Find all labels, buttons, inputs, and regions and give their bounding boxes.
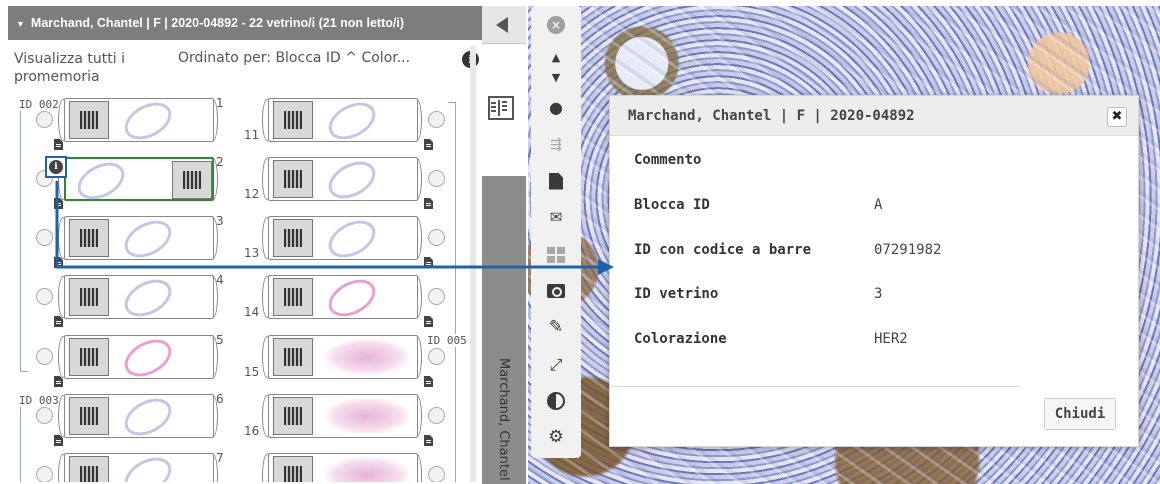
field-label: ID vetrino: [634, 286, 719, 302]
field-value: A: [874, 197, 883, 213]
arrow-down-icon[interactable]: ▼: [541, 62, 571, 92]
field-value: HER2: [874, 331, 908, 347]
slide-tissue: [325, 457, 409, 482]
notes-icon[interactable]: [424, 139, 433, 150]
layout-panel: [482, 44, 526, 176]
sort-bar: Visualizza tutti i promemoria Ordinato p…: [14, 50, 482, 90]
dialog-close-icon[interactable]: ✖: [1107, 107, 1127, 127]
slide-item[interactable]: 14: [8, 272, 482, 329]
slide-item[interactable]: 15: [8, 335, 482, 389]
notes-icon[interactable]: [424, 435, 433, 446]
slide-item[interactable]: 17: [8, 453, 482, 482]
slide-tissue: [325, 339, 409, 375]
slide-tissue: [325, 398, 409, 434]
vertical-case-name[interactable]: Marchand, Chantel |: [488, 358, 518, 482]
slide-item[interactable]: 16: [8, 394, 482, 448]
slide-thumbnail[interactable]: [268, 213, 418, 265]
slide-thumbnail[interactable]: [268, 335, 418, 379]
field-value: 07291982: [874, 242, 942, 258]
slide-number: 14: [244, 305, 260, 319]
pin-icon[interactable]: ●: [541, 92, 571, 122]
download-doc-icon[interactable]: [541, 166, 571, 196]
sort-selector[interactable]: Ordinato per: Blocca ID ^ Color...: [178, 50, 410, 66]
slide-barcode-label: [273, 397, 313, 435]
field-label: Colorazione: [634, 331, 727, 347]
dialog-divider: [610, 386, 1020, 387]
slide-item[interactable]: 13: [8, 213, 482, 270]
slide-item[interactable]: 12: [8, 154, 482, 211]
slide-info-icon[interactable]: i: [45, 156, 67, 178]
dialog-title: Marchand, Chantel | F | 2020-04892: [610, 96, 1138, 136]
slide-select-radio[interactable]: [428, 407, 445, 424]
slide-thumbnail[interactable]: [268, 95, 418, 147]
slide-thumbnail[interactable]: [268, 394, 418, 438]
notes-icon[interactable]: [424, 198, 433, 209]
field-label: Blocca ID: [634, 197, 710, 213]
slide-thumbnail[interactable]: [268, 272, 418, 324]
slide-barcode-label: [273, 456, 313, 482]
field-value: 3: [874, 286, 883, 302]
slide-barcode-label: [273, 101, 313, 139]
slide-number: 15: [244, 365, 260, 379]
slide-item[interactable]: 11: [8, 95, 482, 152]
slide-number: 12: [244, 187, 260, 201]
slide-select-radio[interactable]: [428, 466, 445, 482]
notes-icon[interactable]: [424, 316, 433, 327]
slide-thumbnail[interactable]: [268, 453, 418, 482]
slide-select-radio[interactable]: [428, 288, 445, 305]
collapse-panel-button[interactable]: [482, 6, 526, 44]
info-glyph: i: [49, 160, 63, 174]
share-icon[interactable]: ⇶: [541, 130, 571, 160]
field-label: Commento: [634, 152, 702, 168]
gear-icon[interactable]: ⚙: [541, 422, 571, 452]
vertical-case-name-text: Marchand, Chantel |: [496, 358, 511, 482]
slide-tissue: [322, 154, 382, 206]
slide-barcode-label: [273, 160, 313, 198]
scrollbar[interactable]: [470, 46, 476, 482]
grid-icon[interactable]: [541, 240, 571, 270]
slide-number: 16: [244, 424, 260, 438]
slide-select-radio[interactable]: [428, 170, 445, 187]
slide-tissue: [322, 213, 382, 265]
collapsed-tab: Marchand, Chantel |: [482, 6, 526, 484]
slide-thumbnail[interactable]: [268, 154, 418, 206]
field-label: ID con codice a barre: [634, 242, 812, 258]
slide-select-radio[interactable]: [428, 111, 445, 128]
slide-tissue: [322, 95, 382, 147]
slide-number: 11: [244, 128, 260, 142]
notes-icon[interactable]: [424, 376, 433, 387]
case-header[interactable]: ▼ Marchand, Chantel | F | 2020-04892 - 22…: [8, 6, 482, 40]
case-panel: ▼ Marchand, Chantel | F | 2020-04892 - 22…: [8, 6, 482, 482]
view-all-reminders-link[interactable]: Visualizza tutti i promemoria: [14, 50, 164, 86]
viewer-toolbar: × ▲ ▼ ● ⇶ ✉ ✎ ⤢ ⚙: [531, 6, 581, 458]
close-button[interactable]: Chiudi: [1044, 398, 1116, 430]
slide-barcode-label: [273, 338, 313, 376]
slide-select-radio[interactable]: [428, 348, 445, 365]
pencil-icon[interactable]: ✎: [541, 312, 571, 342]
layout-icon[interactable]: [488, 96, 514, 120]
expand-icon[interactable]: ⤢: [541, 350, 571, 380]
close-icon[interactable]: ×: [541, 10, 571, 40]
case-header-title: Marchand, Chantel | F | 2020-04892 - 22 …: [30, 16, 404, 30]
caret-down-icon[interactable]: ▼: [16, 7, 25, 41]
slide-number: 13: [244, 246, 260, 260]
camera-icon[interactable]: [541, 276, 571, 306]
comments-icon[interactable]: ✉: [541, 202, 571, 232]
contrast-icon[interactable]: [541, 386, 571, 416]
notes-icon[interactable]: [424, 257, 433, 268]
slide-info-dialog: Marchand, Chantel | F | 2020-04892 ✖ Com…: [609, 95, 1139, 447]
slide-select-radio[interactable]: [428, 229, 445, 246]
slide-tissue: [322, 272, 382, 324]
slide-barcode-label: [273, 219, 313, 257]
slide-barcode-label: [273, 278, 313, 316]
